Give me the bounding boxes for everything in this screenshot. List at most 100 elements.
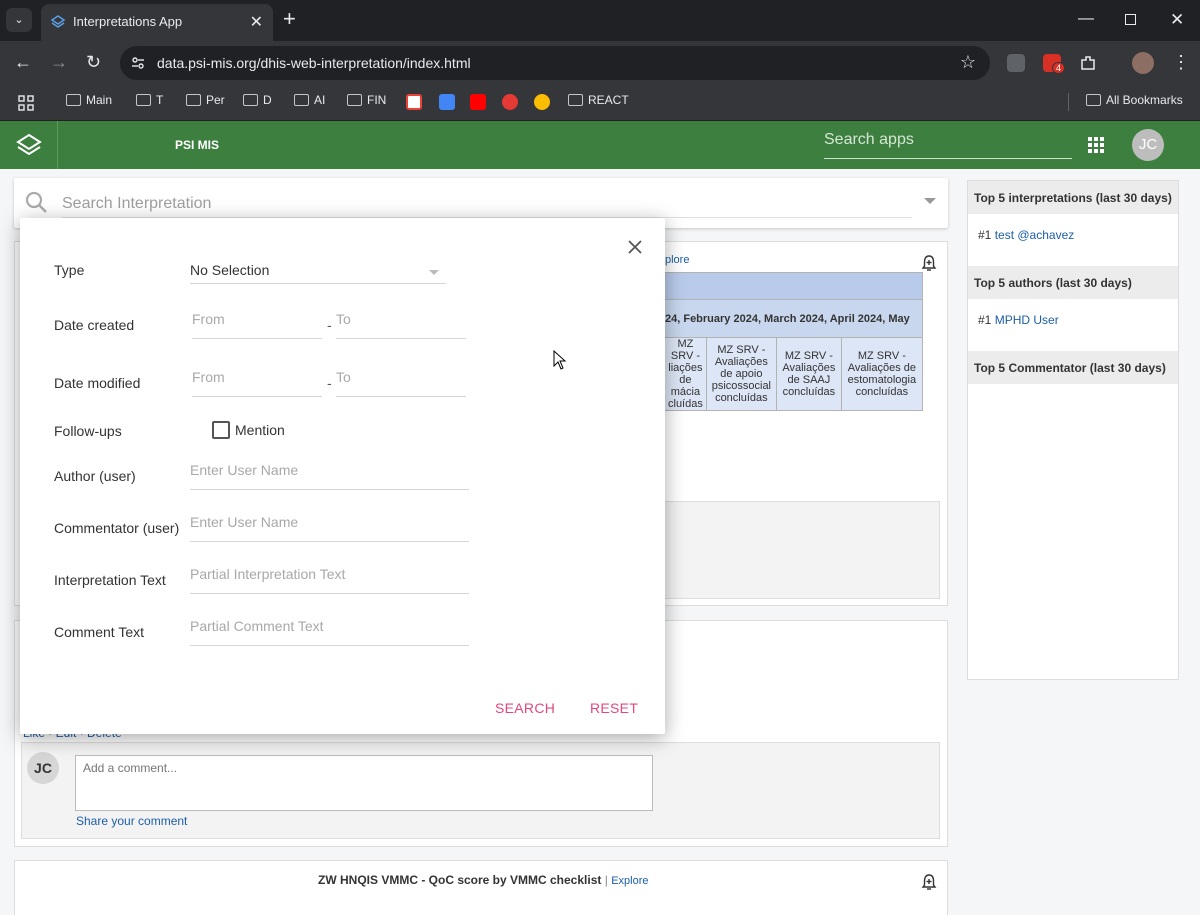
pivot-period-header: 24, February 2024, March 2024, April 202… [664,299,923,338]
close-icon[interactable] [626,238,644,256]
dhis-app-favicon-icon [50,15,66,28]
bookmark-label: Per [206,93,225,107]
folder-icon [66,94,81,106]
top-author-link[interactable]: MPHD User [995,313,1059,327]
share-comment-link[interactable]: Share your comment [76,814,187,828]
date-modified-to-input[interactable] [336,369,466,385]
forward-icon[interactable]: → [50,52,68,73]
top-interpretation-link[interactable]: test @achavez [995,228,1075,242]
bookmark-ai[interactable]: AI [294,93,325,107]
folder-icon [243,94,258,106]
date-created-to-input[interactable] [336,311,466,327]
profile-avatar-icon[interactable] [1132,52,1154,74]
bookmark-react[interactable]: REACT [568,93,629,107]
subscribe-bell-icon[interactable] [921,873,937,891]
colorful-app-icon[interactable] [534,94,550,110]
address-bar[interactable]: data.psi-mis.org/dhis-web-interpretation… [120,46,990,80]
interpretation-text-field[interactable] [190,566,469,594]
youtube-icon[interactable] [470,94,486,110]
interpretation-text-input[interactable] [190,566,469,582]
reload-icon[interactable]: ↻ [86,52,101,73]
top-commentators-heading: Top 5 Commentator (last 30 days) [968,351,1178,384]
pivot-column-header: MZ SRV - Avaliações de apoio psicossocia… [705,337,777,411]
author-input[interactable] [190,462,469,478]
bookmark-main[interactable]: Main [66,93,112,107]
commentator-field[interactable] [190,514,469,542]
window-close-icon[interactable]: ✕ [1170,10,1184,30]
site-settings-icon[interactable] [130,55,146,71]
comment-input[interactable] [75,755,653,811]
explore-link[interactable]: plore [665,254,689,266]
date-created-to-field[interactable] [336,311,466,339]
bookmark-t[interactable]: T [136,93,163,107]
search-button[interactable]: SEARCH [495,700,555,716]
apps-menu-icon[interactable] [1088,137,1104,153]
browser-tab[interactable]: Interpretations App ✕ [41,4,273,41]
date-created-from-input[interactable] [192,311,322,327]
date-modified-from-input[interactable] [192,369,322,385]
chevron-down-icon [429,270,439,275]
folder-icon [347,94,362,106]
type-select-value: No Selection [190,262,270,278]
tab-title: Interpretations App [73,14,183,29]
new-tab-icon[interactable]: + [283,8,296,30]
range-separator: - [327,317,332,333]
bookmarks-bar: Main T Per D AI FIN REACT All Bookmarks [0,85,1200,121]
bookmark-fin[interactable]: FIN [347,93,386,107]
browser-toolbar: ← → ↻ data.psi-mis.org/dhis-web-interpre… [0,41,1200,85]
folder-icon [568,94,583,106]
search-options-chevron-icon[interactable] [924,198,936,204]
calendar-icon[interactable] [439,94,455,110]
extension-h-icon[interactable] [1007,54,1025,72]
reset-button[interactable]: RESET [590,700,638,716]
explore-link[interactable]: Explore [611,875,648,887]
date-modified-from-field[interactable] [192,369,322,397]
app-search[interactable] [824,131,1072,159]
all-bookmarks[interactable]: All Bookmarks [1086,93,1183,107]
pivot-column-header: MZ SRV - Avaliações de estomatologia con… [840,337,923,411]
extensions-puzzle-icon[interactable] [1079,54,1097,72]
apps-grid-icon[interactable] [18,95,34,111]
pivot-table: 24, February 2024, March 2024, April 202… [664,272,923,411]
date-modified-to-field[interactable] [336,369,466,397]
kebab-menu-icon[interactable]: ⋮ [1172,52,1190,73]
back-icon[interactable]: ← [14,52,32,73]
app-header: PSI MIS JC [0,121,1200,169]
minimize-icon[interactable]: — [1078,10,1094,28]
date-created-from-field[interactable] [192,311,322,339]
mail-extension-icon[interactable]: 4 [1043,54,1066,74]
bookmark-star-icon[interactable]: ☆ [960,52,976,73]
bookmark-label: T [156,93,164,107]
commentator-label: Commentator (user) [54,520,180,536]
pivot-column-header: MZ SRV - Avaliações de SAAJ concluídas [775,337,842,411]
date-modified-label: Date modified [54,375,141,391]
author-field[interactable] [190,462,469,490]
comment-text-field[interactable] [190,618,469,646]
mention-checkbox[interactable] [212,421,230,439]
interpretation-search-input[interactable] [62,190,912,218]
comment-text-input[interactable] [190,618,469,634]
gmail-icon[interactable] [406,94,422,110]
bookmark-per[interactable]: Per [186,93,225,107]
dhis-logo[interactable] [0,121,58,169]
type-label: Type [54,262,85,278]
commentator-input[interactable] [190,514,469,530]
dhis-logo-icon [16,133,42,156]
comment-section: JC Share your comment [21,742,940,839]
bookmark-label: All Bookmarks [1106,93,1183,107]
app-search-input[interactable] [824,131,1072,149]
tab-close-icon[interactable]: ✕ [250,12,263,32]
bookmark-label: FIN [367,93,387,107]
bookmark-label: REACT [588,93,629,107]
bookmark-d[interactable]: D [243,93,272,107]
bookmark-label: Main [86,93,113,107]
tab-search-chevron-icon[interactable]: ⌄ [6,8,32,32]
rank: #1 [978,228,992,242]
user-avatar[interactable]: JC [1132,129,1164,161]
maximize-icon[interactable] [1125,14,1136,25]
c-app-icon[interactable] [502,94,518,110]
advanced-search-dialog: Type No Selection Date created - Date mo… [20,218,665,734]
url-text: data.psi-mis.org/dhis-web-interpretation… [157,55,471,71]
subscribe-bell-icon[interactable] [921,254,937,272]
statistics-sidebar: Top 5 interpretations (last 30 days) #1 … [967,180,1179,680]
